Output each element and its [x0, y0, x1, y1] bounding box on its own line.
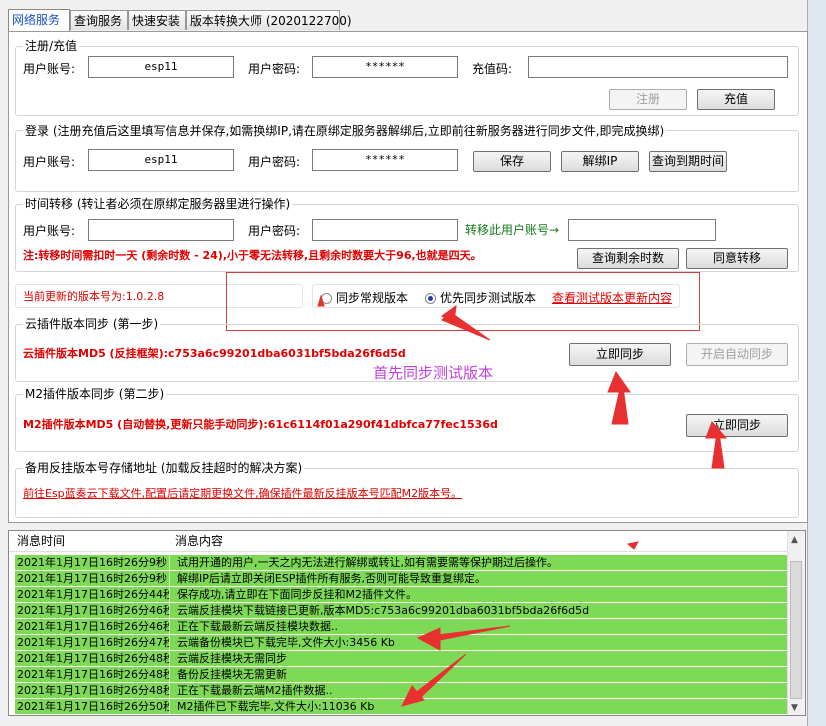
m2-sync-now-button[interactable]: 立即同步 [686, 414, 788, 437]
transfer-account-label: 用户账号: [23, 224, 76, 238]
tab-quick-install[interactable]: 快速安装 [128, 10, 186, 30]
log-row-message: 解绑IP后请立即关闭ESP插件所有服务,否则可能导致重复绑定。 [177, 572, 486, 585]
scroll-down-icon[interactable]: ▼ [791, 703, 798, 713]
log-row-time: 2021年1月17日16时26分9秒 [17, 571, 170, 586]
register-password-label: 用户密码: [248, 62, 301, 76]
log-row-message: M2插件已下载完毕,文件大小:11036 Kb [177, 700, 375, 713]
log-col-time[interactable]: 消息时间 [17, 531, 65, 551]
login-password-input[interactable]: ****** [312, 149, 458, 171]
log-header: 消息时间 消息内容 [9, 531, 789, 552]
register-account-input[interactable]: esp11 [88, 56, 234, 78]
log-row[interactable]: 2021年1月17日16时26分48秒 云端反挂模块无需同步 [15, 651, 789, 666]
recharge-button[interactable]: 充值 [697, 89, 775, 110]
cloud-sync-now-button[interactable]: 立即同步 [569, 343, 671, 366]
scroll-up-icon[interactable]: ▲ [791, 535, 798, 545]
log-row[interactable]: 2021年1月17日16时26分47秒 云端备份模块已下载完毕,文件大小:3456… [15, 635, 789, 650]
register-password-input[interactable]: ****** [312, 56, 458, 78]
tab-query-service[interactable]: 查询服务 [70, 10, 128, 30]
annotation-text: 首先同步测试版本 [373, 364, 494, 382]
log-row-message: 备份反挂模块无需更新 [177, 668, 287, 681]
annotation-highlight-box [226, 272, 700, 331]
backup-download-link[interactable]: 前往Esp蓝奏云下载文件,配置后请定期更换文件,确保插件最新反挂版本号匹配M2版… [23, 486, 462, 502]
log-row[interactable]: 2021年1月17日16时26分46秒 正在下载最新云端反挂模块数据.. [15, 619, 789, 634]
cloud-plugin-group-title: 云插件版本同步 (第一步) [23, 317, 161, 331]
m2-plugin-group-title: M2插件版本同步 (第二步) [23, 387, 167, 401]
transfer-password-label: 用户密码: [248, 224, 301, 238]
log-row-time: 2021年1月17日16时26分46秒 [17, 619, 170, 634]
recharge-code-input[interactable] [528, 56, 788, 78]
log-row-time: 2021年1月17日16时26分46秒 [17, 603, 170, 618]
log-row[interactable]: 2021年1月17日16时26分44秒 保存成功,请立即在下面同步反挂和M2插件文… [15, 587, 789, 602]
recharge-code-label: 充值码: [472, 62, 513, 76]
log-row-message: 保存成功,请立即在下面同步反挂和M2插件文件。 [177, 588, 417, 601]
log-row[interactable]: 2021年1月17日16时26分48秒 正在下载最新云端M2插件数据.. [15, 683, 789, 698]
auto-sync-button[interactable]: 开启自动同步 [686, 343, 788, 366]
login-group-title: 登录 (注册充值后这里填写信息并保存,如需换绑IP,请在原绑定服务器解绑后,立即… [23, 124, 667, 138]
log-row-message: 云端备份模块已下载完毕,文件大小:3456 Kb [177, 636, 395, 649]
register-group-title: 注册/充值 [23, 39, 80, 53]
query-expiry-button[interactable]: 查询到期时间 [649, 151, 727, 172]
save-button[interactable]: 保存 [473, 151, 551, 172]
log-col-content[interactable]: 消息内容 [175, 531, 223, 551]
query-remaining-hours-button[interactable]: 查询剩余时数 [577, 248, 679, 269]
log-row-time: 2021年1月17日16时26分9秒 [17, 555, 170, 570]
scroll-thumb[interactable] [790, 561, 802, 699]
log-row-time: 2021年1月17日16时26分47秒 [17, 635, 170, 650]
transfer-target-input[interactable] [568, 219, 716, 241]
transfer-password-input[interactable] [312, 219, 458, 241]
message-log: 消息时间 消息内容 2021年1月17日16时26分9秒 试用开通的用户,一天之内… [8, 530, 806, 716]
log-row[interactable]: 2021年1月17日16时26分46秒 云端反挂模块下载链接已更新,版本MD5:c… [15, 603, 789, 618]
transfer-account-input[interactable] [88, 219, 234, 241]
log-row-message: 正在下载最新云端反挂模块数据.. [177, 620, 338, 633]
main-window: 网络服务 查询服务 快速安装 版本转换大师 (2020122700) 注册/充值… [0, 0, 826, 726]
login-password-label: 用户密码: [248, 155, 301, 169]
log-scrollbar[interactable]: ▲ ▼ [787, 531, 805, 715]
unbind-ip-button[interactable]: 解绑IP [561, 151, 639, 172]
m2-plugin-md5: M2插件版本MD5 (自动替换,更新只能手动同步):61c6114f01a290… [23, 418, 498, 431]
log-row[interactable]: 2021年1月17日16时26分50秒 M2插件已下载完毕,文件大小:11036 … [15, 699, 789, 714]
transfer-group-title: 时间转移 (转让者必须在原绑定服务器里进行操作) [23, 197, 293, 211]
log-row-message: 云端反挂模块无需同步 [177, 652, 287, 665]
transfer-target-label: 转移此用户账号→ [465, 223, 560, 237]
agree-transfer-button[interactable]: 同意转移 [686, 248, 788, 269]
window-right-border [807, 0, 826, 726]
log-row-time: 2021年1月17日16时26分48秒 [17, 651, 170, 666]
log-row-message: 云端反挂模块下载链接已更新,版本MD5:c753a6c99201dba6031b… [177, 604, 590, 617]
log-row[interactable]: 2021年1月17日16时26分48秒 备份反挂模块无需更新 [15, 667, 789, 682]
log-row[interactable]: 2021年1月17日16时26分9秒 解绑IP后请立即关闭ESP插件所有服务,否则… [15, 571, 789, 586]
log-row-time: 2021年1月17日16时26分48秒 [17, 683, 170, 698]
register-button[interactable]: 注册 [609, 89, 687, 110]
login-account-input[interactable]: esp11 [88, 149, 234, 171]
log-row-message: 正在下载最新云端M2插件数据.. [177, 684, 333, 697]
cloud-plugin-md5: 云插件版本MD5 (反挂框架):c753a6c99201dba6031bf5bd… [23, 347, 406, 360]
log-row-time: 2021年1月17日16时26分50秒 [17, 699, 170, 714]
log-row-time: 2021年1月17日16时26分48秒 [17, 667, 170, 682]
network-service-panel: 注册/充值 用户账号: esp11 用户密码: ****** 充值码: 注册 充… [8, 31, 808, 523]
register-account-label: 用户账号: [23, 62, 76, 76]
log-row-time: 2021年1月17日16时26分44秒 [17, 587, 170, 602]
transfer-note: 注:转移时间需扣时一天 (剩余时数 - 24),小于零无法转移,且剩余时数要大于… [23, 249, 482, 262]
backup-group-title: 备用反挂版本号存储地址 (加载反挂超时的解决方案) [23, 461, 305, 475]
current-version-text: 当前更新的版本号为:1.0.2.8 [23, 290, 165, 303]
login-account-label: 用户账号: [23, 155, 76, 169]
tab-network-service[interactable]: 网络服务 [8, 9, 70, 31]
tab-version-converter[interactable]: 版本转换大师 (2020122700) [186, 10, 352, 30]
log-row-message: 试用开通的用户,一天之内无法进行解绑或转让,如有需要需等保护期过后操作。 [177, 556, 558, 569]
log-row[interactable]: 2021年1月17日16时26分9秒 试用开通的用户,一天之内无法进行解绑或转让,… [15, 555, 789, 570]
